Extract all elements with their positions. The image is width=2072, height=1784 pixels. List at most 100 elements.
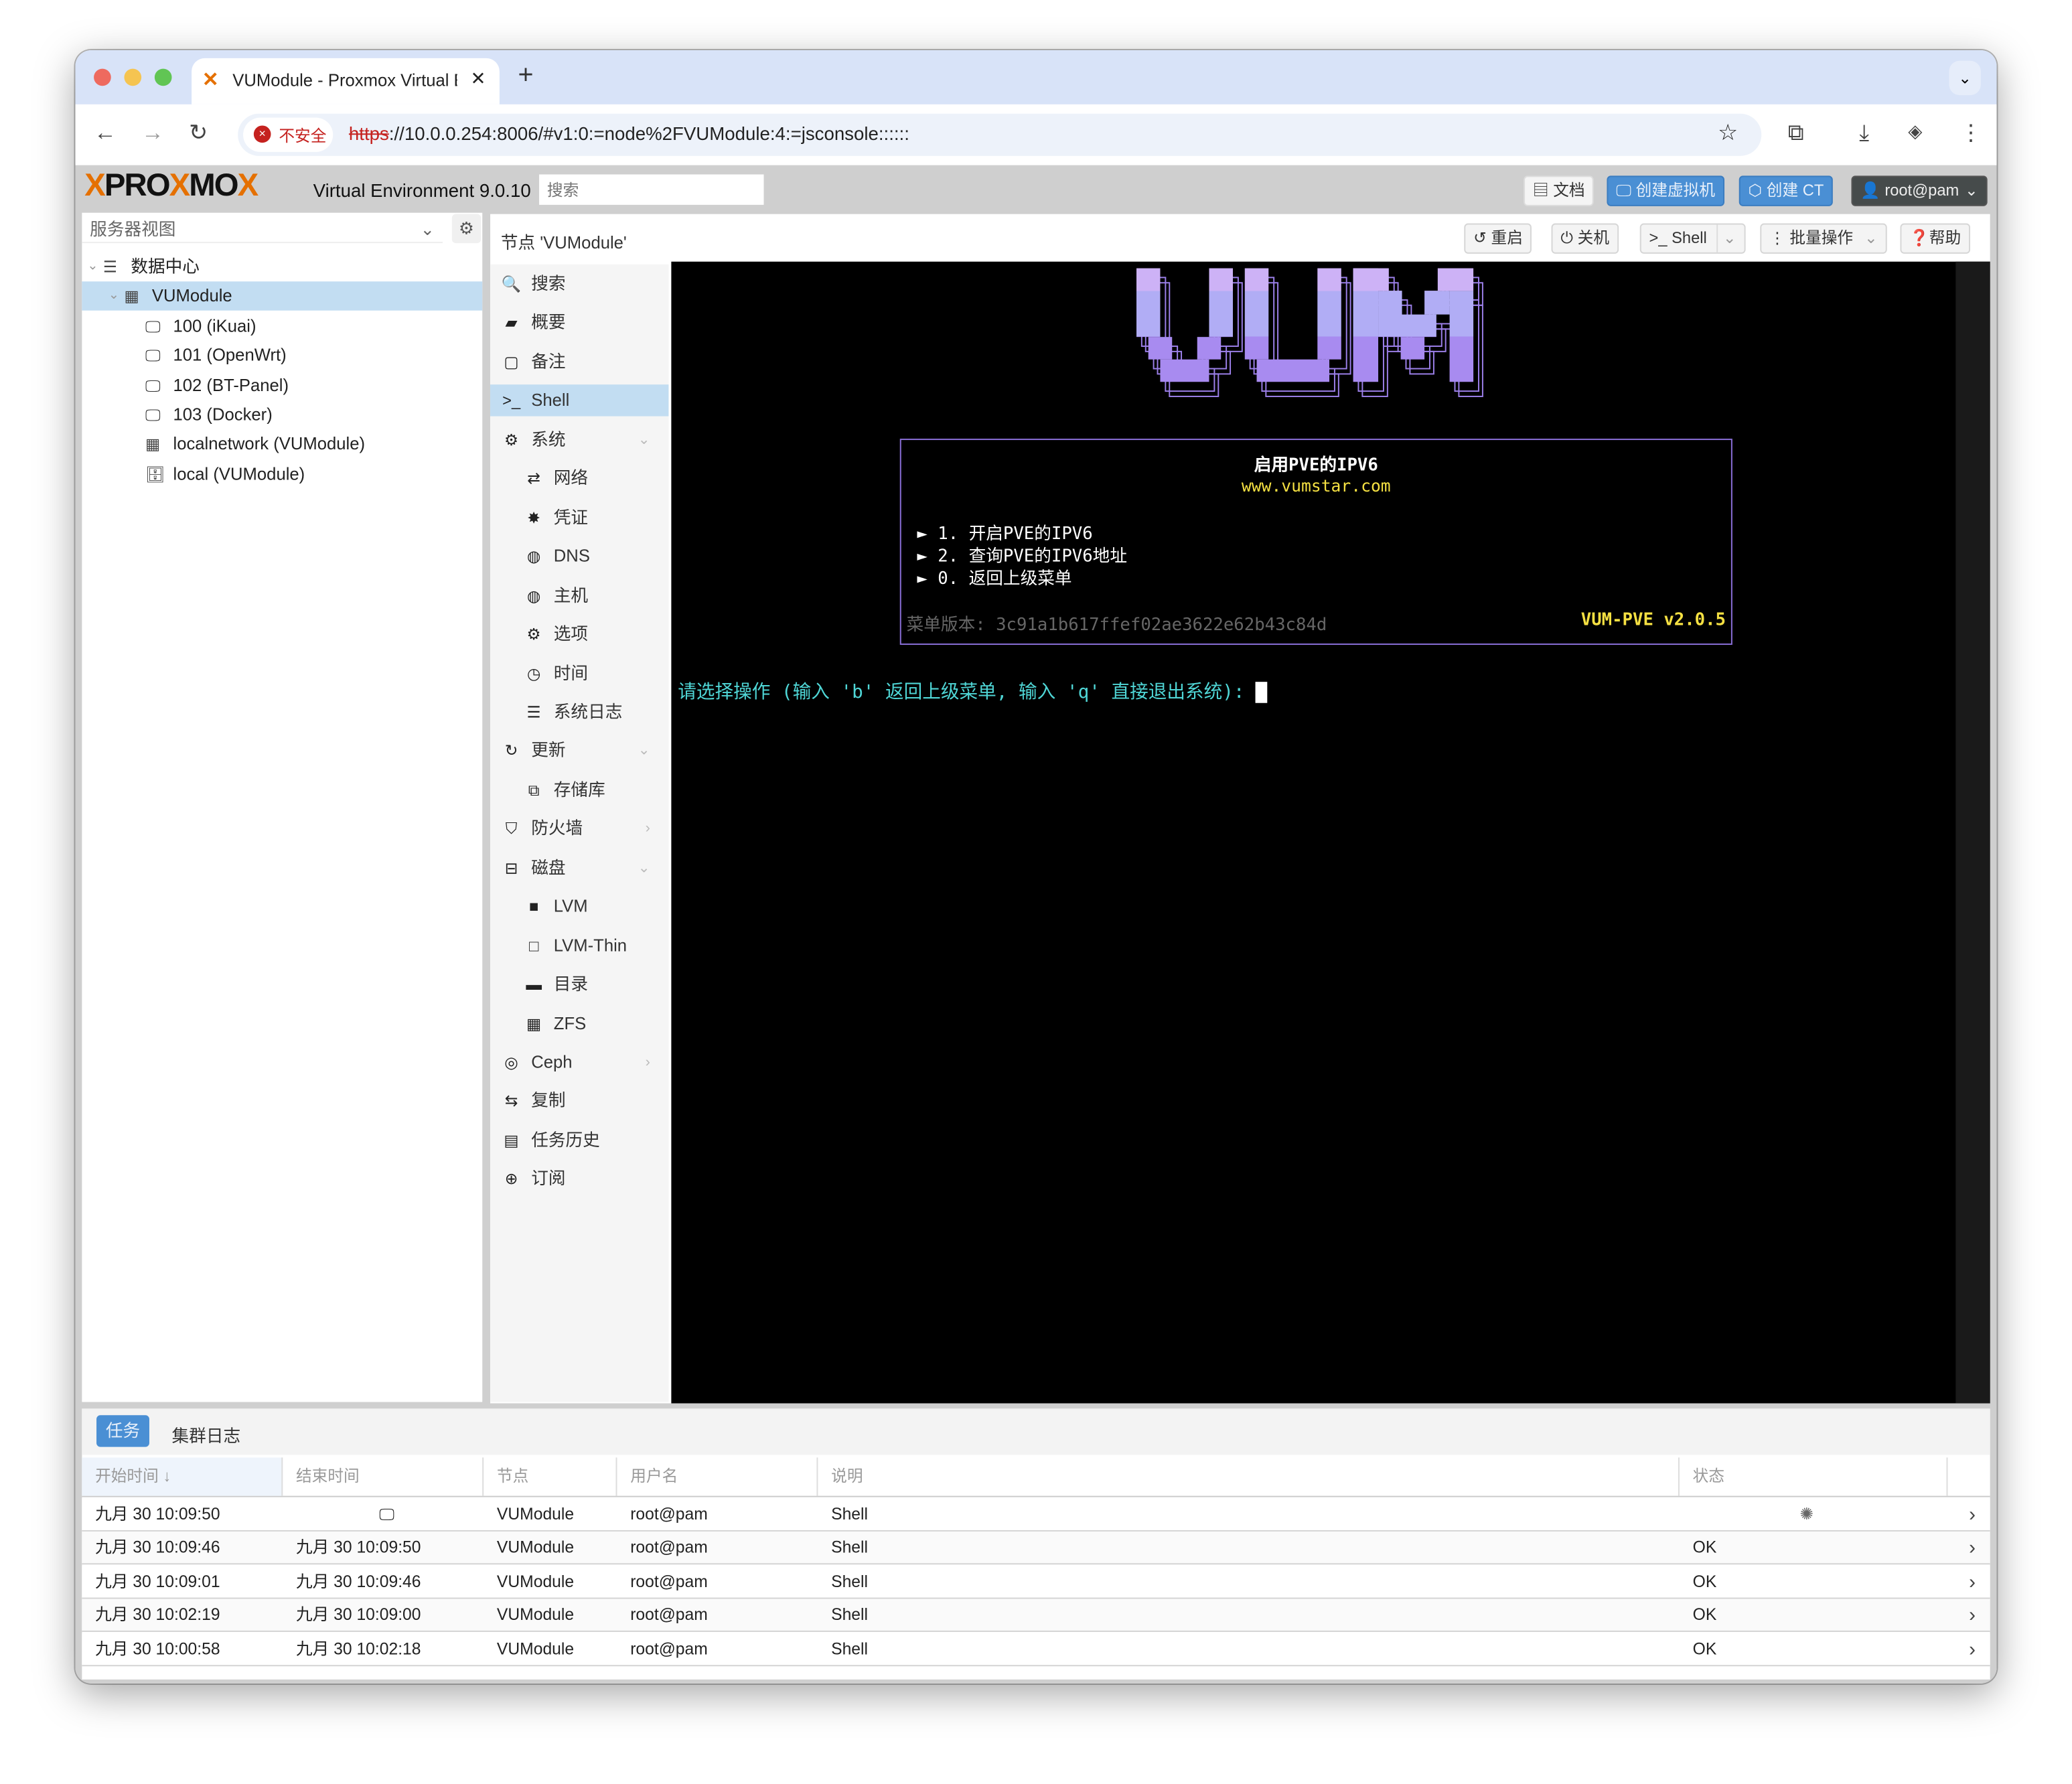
shell-button[interactable]: >_ Shell ⌄ [1639,223,1746,254]
bulk-actions-button[interactable]: ⋮ 批量操作 ⌄ [1760,223,1887,254]
nav-item[interactable]: ▰ 概要 [490,307,668,339]
bookmark-star-icon[interactable]: ☆ [1718,121,1738,147]
tree-item[interactable]: 🖵 103 (Docker) [82,400,482,429]
column-header[interactable]: 开始时间 ↓ [82,1457,283,1496]
nav-item[interactable]: ⛉ 防火墙 › [490,813,668,844]
tab-cluster-log[interactable]: 集群日志 [172,1422,241,1446]
tree-item-label: 103 (Docker) [173,404,273,425]
proxmox-app: XPROXMOX Virtual Environment 9.0.10 ▤ 文档… [75,165,1997,1684]
nav-item[interactable]: ◍ 主机 [490,579,668,611]
chevron-right-icon[interactable]: › [1955,1532,1976,1565]
forward-icon[interactable]: → [141,121,164,147]
shutdown-button[interactable]: ⏻ 关机 [1551,223,1619,254]
user-menu-button[interactable]: 👤 root@pam ⌄ [1851,175,1988,206]
extensions-icon[interactable]: ⧉ [1788,121,1804,147]
nav-item-label: LVM-Thin [553,935,627,955]
gear-icon[interactable]: ⚙ [451,214,482,244]
expand-chevron-icon[interactable]: ⌄ [108,282,120,311]
table-row[interactable]: 九月 30 10:00:58 九月 30 10:02:18 VUModule root… [82,1633,1990,1666]
tree-item[interactable]: ▦ VUModule ⌄ [82,282,483,311]
nav-item[interactable]: >_ Shell [490,384,669,417]
nav-item[interactable]: ⊟ 磁盘 ⌄ [490,852,668,883]
nav-item[interactable]: 🔍 搜索 [490,269,668,300]
docs-button[interactable]: ▤ 文档 [1524,175,1595,206]
nav-item[interactable]: □ LVM-Thin [490,930,668,961]
column-header-label: 状态 [1692,1467,1725,1485]
book-icon: ▤ [1532,181,1554,200]
nav-item[interactable]: ⇆ 复制 [490,1086,668,1117]
nav-item[interactable]: ✸ 凭证 [490,502,668,533]
expand-chevron-icon[interactable]: ⌄ [87,252,98,281]
expand-chevron-icon[interactable]: ⌄ [638,735,650,767]
nav-item[interactable]: ⊕ 订阅 [490,1163,668,1195]
tab-search-chevron-icon[interactable]: ⌄ [1949,60,1981,96]
minimize-window-button[interactable] [124,68,142,86]
profile-extension-icon[interactable]: ◈ [1908,121,1922,143]
nav-item[interactable]: ▢ 备注 [490,346,668,378]
new-tab-icon[interactable]: + [518,61,533,91]
address-bar[interactable]: × 不安全 https://10.0.0.254:8006/#v1:0:=nod… [238,113,1762,156]
security-chip[interactable]: × 不安全 [243,117,334,152]
tab-tasks[interactable]: 任务 [96,1415,149,1447]
chevron-down-icon[interactable]: ⌄ [1716,224,1736,252]
tree-item[interactable]: 🖵 102 (BT-Panel) [82,371,482,400]
table-row[interactable]: 九月 30 10:09:01 九月 30 10:09:46 VUModule root… [82,1565,1990,1599]
download-icon[interactable]: ⤓ [1859,121,1869,147]
nav-item-label: Shell [531,390,570,411]
tree-item[interactable]: 🖵 100 (iKuai) [82,311,482,340]
table-row[interactable]: 九月 30 10:09:50 VUModule root@pam Shell 🖵 ✺ › [82,1498,1990,1532]
maximize-window-button[interactable] [154,68,172,86]
expand-chevron-icon[interactable]: › [646,1047,650,1078]
nav-item[interactable]: ◍ DNS [490,540,668,572]
files-icon: ⧉ [528,780,540,800]
chevron-right-icon[interactable]: › [1955,1499,1976,1532]
tree-item[interactable]: 🖵 101 (OpenWrt) [82,341,482,370]
tree-item[interactable]: ☰ 数据中心 ⌄ [82,252,482,281]
expand-chevron-icon[interactable]: ⌄ [638,852,650,883]
browser-tab[interactable]: ✕ VUModule - Proxmox Virtual E ✕ [192,58,500,104]
tree-item[interactable]: ▦ localnetwork (VUModule) [82,430,482,459]
column-header[interactable]: 结束时间 [283,1457,484,1496]
terminal-scrollbar[interactable] [1955,261,1990,1404]
view-selector[interactable]: 服务器视图 ⌄ [82,216,443,244]
close-tab-icon[interactable]: ✕ [470,68,486,90]
column-header[interactable]: 节点 [484,1457,617,1496]
nav-item[interactable]: ⇄ 网络 [490,463,668,494]
nav-item[interactable]: ☰ 系统日志 [490,696,668,728]
nav-item[interactable]: ◎ Ceph › [490,1047,668,1078]
back-icon[interactable]: ← [94,121,117,147]
table-row[interactable]: 九月 30 10:02:19 九月 30 10:09:00 VUModule root… [82,1599,1990,1633]
nav-item[interactable]: ▤ 任务历史 [490,1124,668,1156]
create-ct-button[interactable]: ⬡ 创建 CT [1738,175,1834,206]
tree-item-label: 数据中心 [131,256,200,277]
nav-item[interactable]: ▬ 目录 [490,969,668,1000]
reboot-button[interactable]: ↺ 重启 [1464,223,1532,254]
column-header[interactable]: 状态 [1680,1457,1948,1496]
nav-item[interactable]: ◷ 时间 [490,658,668,689]
nav-item[interactable]: ■ LVM [490,891,668,922]
global-search-input[interactable] [539,174,764,205]
menu-kebab-icon[interactable]: ⋮ [1959,121,1982,147]
nav-item[interactable]: ⚙ 系统 ⌄ [490,424,668,455]
help-button[interactable]: ❓帮助 [1900,223,1970,254]
search-icon: 🔍 [501,275,522,294]
chevron-right-icon[interactable]: › [1955,1599,1976,1632]
square-icon: ■ [529,897,539,916]
nav-item[interactable]: ↻ 更新 ⌄ [490,735,668,767]
nav-item[interactable]: ⚙ 选项 [490,619,668,650]
expand-chevron-icon[interactable]: ⌄ [638,424,650,455]
chevron-right-icon[interactable]: › [1955,1633,1976,1665]
reload-icon[interactable]: ↻ [189,121,208,147]
terminal-console[interactable]: 启用PVE的IPV6 www.vumstar.com ► 1. 开启PVE的IP… [671,261,1990,1404]
column-header[interactable]: 用户名 [617,1457,818,1496]
tree-item[interactable]: 🗄 local (VUModule) [82,459,482,488]
expand-chevron-icon[interactable]: › [646,813,650,844]
nav-item[interactable]: ▦ ZFS [490,1008,668,1039]
create-vm-button[interactable]: 🖵 创建虚拟机 [1607,175,1724,206]
chevron-right-icon[interactable]: › [1955,1566,1976,1599]
nav-item[interactable]: ⧉ 存储库 [490,774,668,806]
close-window-button[interactable] [94,68,111,86]
sort-desc-icon: ↓ [158,1467,171,1485]
table-row[interactable]: 九月 30 10:09:46 九月 30 10:09:50 VUModule root… [82,1532,1990,1566]
column-header[interactable]: 说明 [818,1457,1680,1496]
